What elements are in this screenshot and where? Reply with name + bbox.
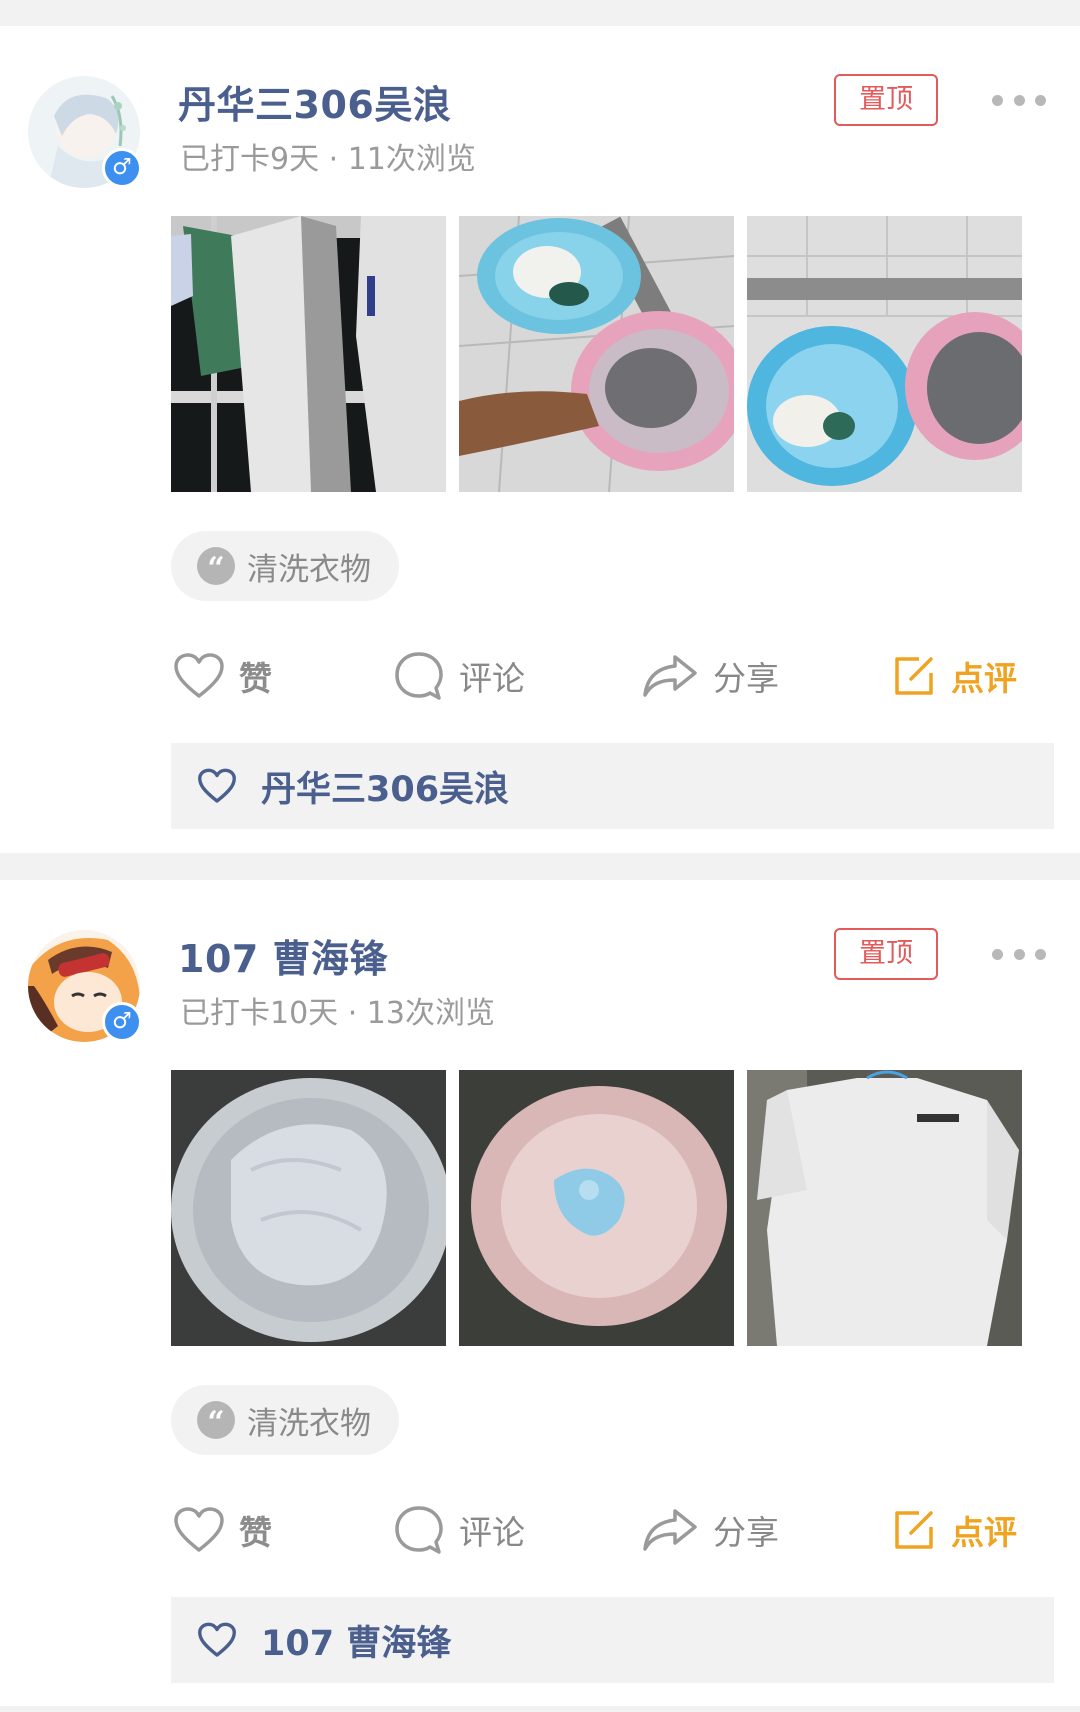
heart-outline-icon	[198, 768, 236, 803]
comment-label: 评论	[459, 1513, 525, 1552]
feed: ♂ 丹华三306吴浪 已打卡9天 · 11次浏览 置顶 “ 清洗衣物 赞 评论 …	[0, 0, 1080, 1712]
photo-thumbnail[interactable]	[747, 216, 1022, 492]
share-arrow-icon	[643, 655, 697, 697]
username[interactable]: 丹华三306吴浪	[178, 74, 451, 129]
photo-grid	[171, 216, 1023, 492]
more-dots-icon[interactable]	[992, 88, 1046, 112]
like-label: 赞	[239, 659, 272, 698]
username[interactable]: 107 曹海锋	[178, 928, 388, 983]
likes-summary: 丹华三306吴浪	[171, 743, 1054, 829]
review-button[interactable]: 点评	[891, 1495, 1017, 1565]
quote-icon: “	[197, 1401, 235, 1440]
topic-label: 清洗衣物	[247, 1405, 371, 1442]
edit-note-icon	[895, 1511, 933, 1549]
pinned-badge: 置顶	[834, 74, 938, 126]
quote-icon: “	[197, 547, 235, 586]
heart-outline-icon	[174, 1507, 224, 1552]
male-icon: ♂	[102, 148, 142, 188]
action-bar: 赞 评论 分享 点评	[171, 1495, 1041, 1565]
liker-name[interactable]: 丹华三306吴浪	[261, 761, 509, 812]
post-card: ♂ 丹华三306吴浪 已打卡9天 · 11次浏览 置顶 “ 清洗衣物 赞 评论 …	[0, 26, 1080, 853]
male-icon: ♂	[102, 1002, 142, 1042]
like-label: 赞	[239, 1513, 272, 1552]
avatar[interactable]: ♂	[28, 930, 142, 1042]
share-button[interactable]: 分享	[641, 641, 779, 711]
heart-outline-icon	[198, 1622, 236, 1657]
review-label: 点评	[951, 659, 1017, 698]
comment-bubble-icon	[395, 652, 443, 700]
comment-button[interactable]: 评论	[393, 641, 525, 711]
edit-note-icon	[895, 657, 933, 695]
more-dots-icon[interactable]	[992, 942, 1046, 966]
share-label: 分享	[713, 1513, 779, 1552]
liker-name[interactable]: 107 曹海锋	[261, 1615, 451, 1666]
topic-label: 清洗衣物	[247, 551, 371, 588]
like-button[interactable]: 赞	[173, 1495, 272, 1565]
share-button[interactable]: 分享	[641, 1495, 779, 1565]
topic-tag[interactable]: “ 清洗衣物	[171, 1385, 399, 1455]
avatar[interactable]: ♂	[28, 76, 142, 188]
likes-summary: 107 曹海锋	[171, 1597, 1054, 1683]
photo-thumbnail[interactable]	[747, 1070, 1022, 1346]
photo-thumbnail[interactable]	[171, 1070, 446, 1346]
like-button[interactable]: 赞	[173, 641, 272, 711]
post-card: ♂ 107 曹海锋 已打卡10天 · 13次浏览 置顶 “ 清洗衣物 赞 评论 …	[0, 880, 1080, 1706]
review-label: 点评	[951, 1513, 1017, 1552]
topic-tag[interactable]: “ 清洗衣物	[171, 531, 399, 601]
review-button[interactable]: 点评	[891, 641, 1017, 711]
share-label: 分享	[713, 659, 779, 698]
comment-bubble-icon	[395, 1506, 443, 1554]
photo-grid	[171, 1070, 1023, 1346]
photo-thumbnail[interactable]	[459, 1070, 734, 1346]
share-arrow-icon	[643, 1509, 697, 1551]
photo-thumbnail[interactable]	[171, 216, 446, 492]
action-bar: 赞 评论 分享 点评	[171, 641, 1041, 711]
post-meta: 已打卡10天 · 13次浏览	[180, 996, 495, 1031]
comment-button[interactable]: 评论	[393, 1495, 525, 1565]
post-meta: 已打卡9天 · 11次浏览	[180, 142, 476, 177]
pinned-badge: 置顶	[834, 928, 938, 980]
photo-thumbnail[interactable]	[459, 216, 734, 492]
heart-outline-icon	[174, 653, 224, 698]
comment-label: 评论	[459, 659, 525, 698]
